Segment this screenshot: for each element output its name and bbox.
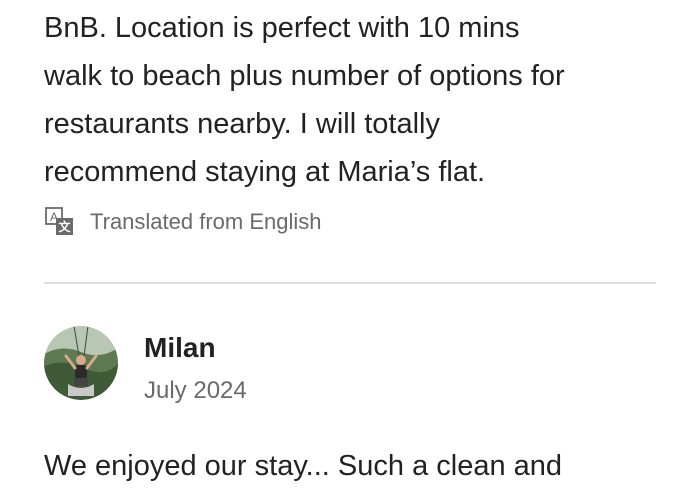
previous-review-text: BnB. Location is perfect with 10 mins wa… — [44, 4, 684, 196]
translation-note: A 文 Translated from English — [44, 206, 322, 238]
reviewer-header: Milan July 2024 — [44, 326, 247, 408]
translation-label: Translated from English — [90, 209, 322, 234]
review-divider — [44, 282, 656, 284]
review-text-line: walk to beach plus number of options for — [44, 60, 565, 92]
review-text-line: We enjoyed our stay... Such a clean and — [44, 450, 563, 482]
review-date: July 2024 — [144, 377, 247, 404]
review-text-line: recommend staying at Maria’s flat. — [44, 156, 486, 188]
review-text: We enjoyed our stay... Such a clean and — [44, 442, 684, 490]
reviewer-meta: Milan July 2024 — [144, 326, 247, 408]
review-text-line: BnB. Location is perfect with 10 mins — [44, 12, 520, 44]
translate-icon: A 文 — [44, 206, 76, 238]
avatar[interactable] — [44, 326, 118, 400]
svg-text:文: 文 — [58, 219, 71, 234]
reviewer-name[interactable]: Milan — [144, 330, 247, 366]
review-text-line: restaurants nearby. I will totally — [44, 108, 440, 140]
